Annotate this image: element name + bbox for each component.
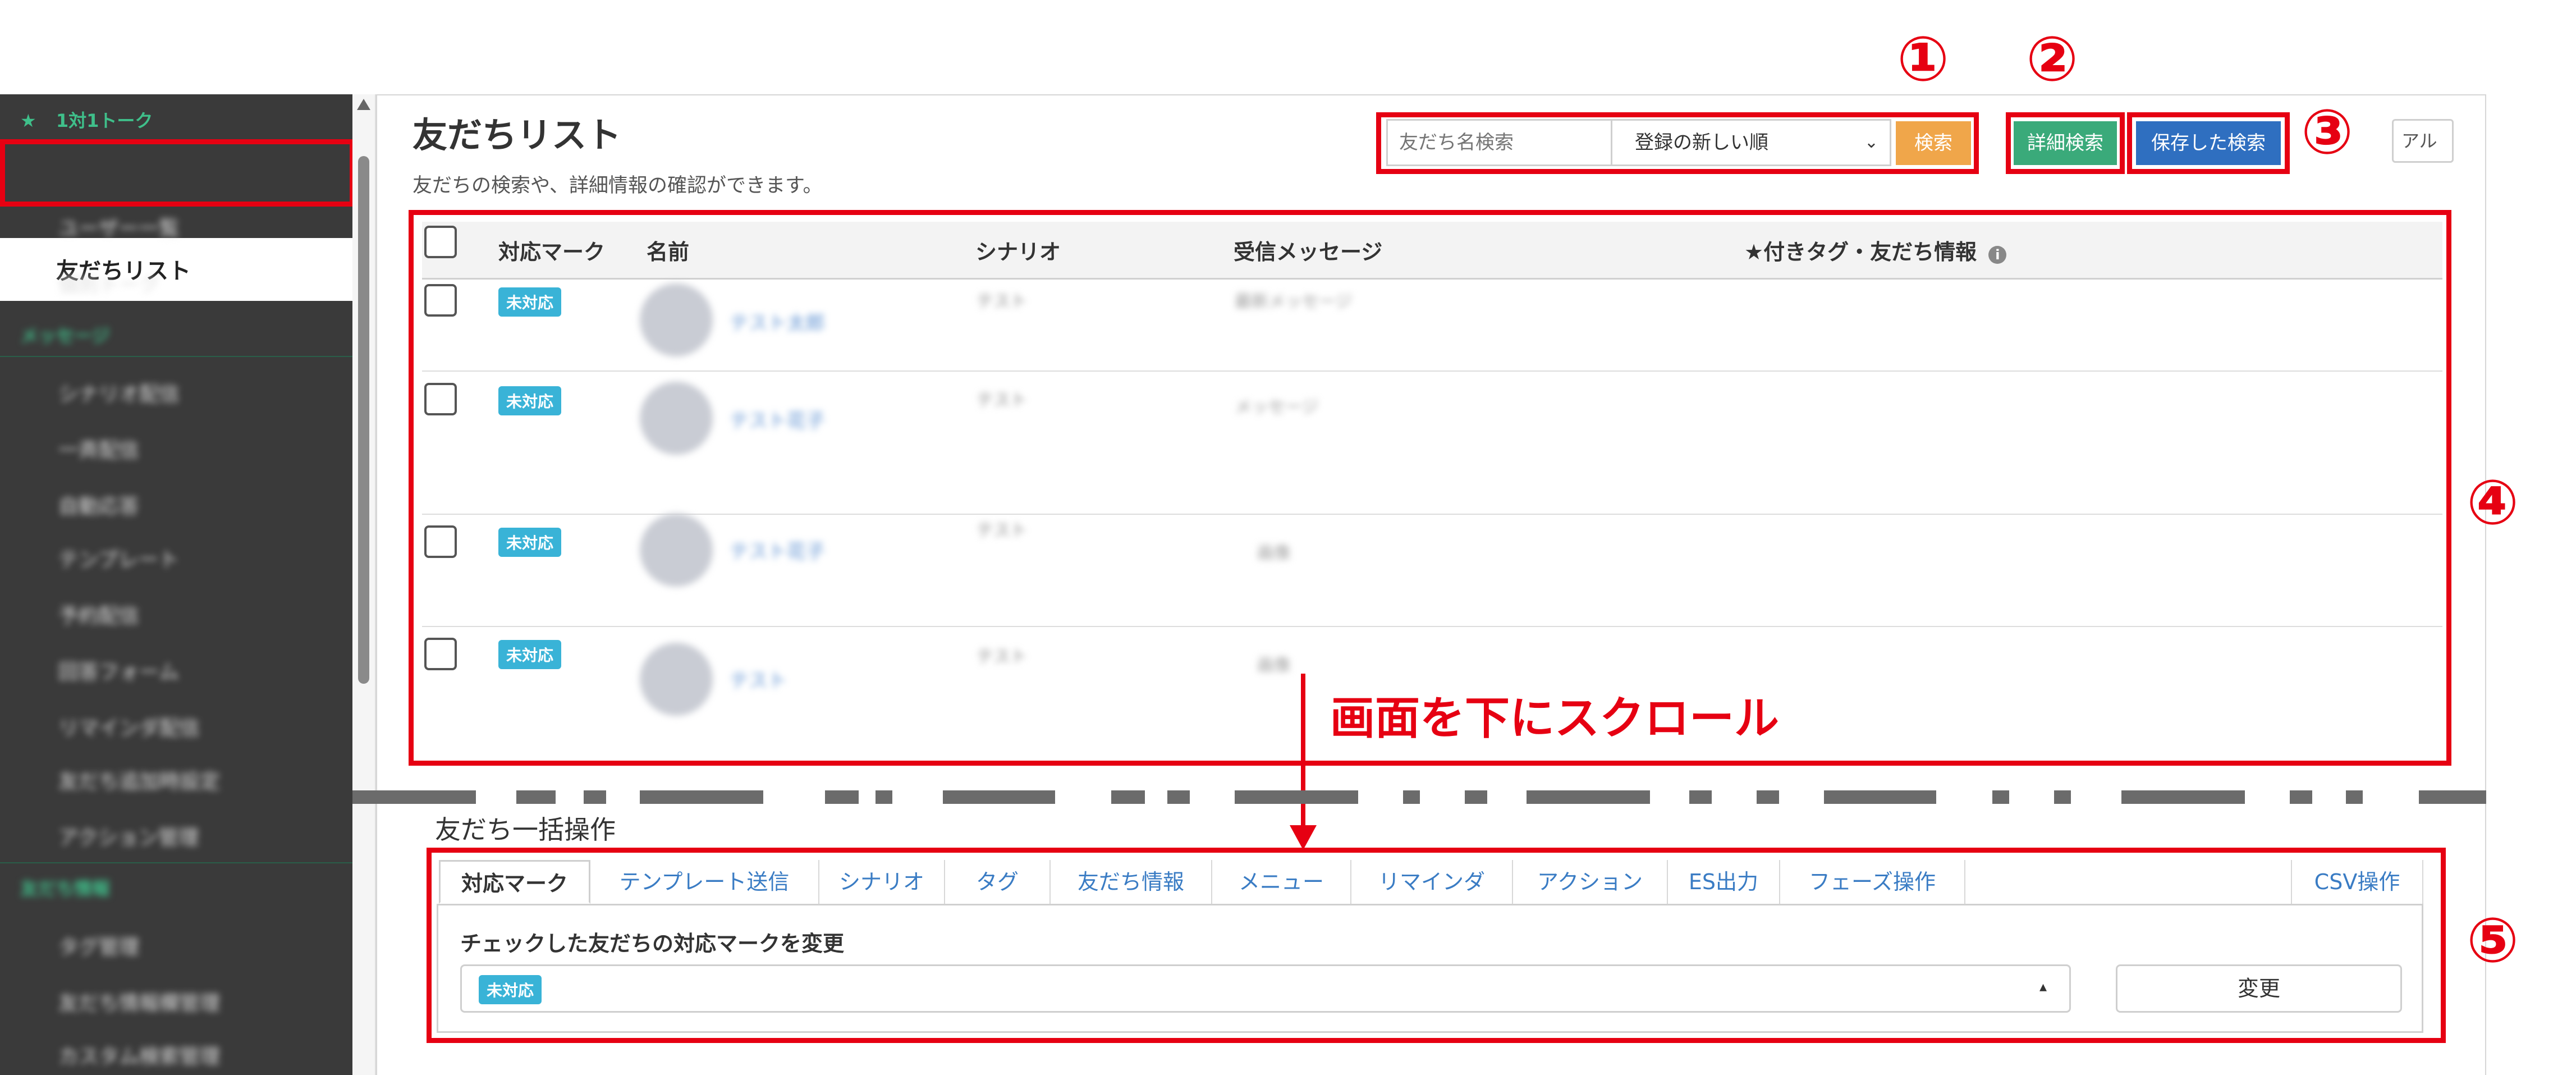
- highlight-sidebar-friend-list: [0, 139, 355, 207]
- sidebar-item[interactable]: ユーザー一覧: [58, 212, 179, 241]
- bulk-operations-title: 友だち一括操作: [435, 815, 616, 845]
- annotation-1: ①: [1897, 23, 1950, 95]
- sidebar-divider: [0, 862, 352, 863]
- page-title: 友だちリスト: [412, 115, 622, 155]
- sidebar-item[interactable]: 友だち情報欄管理: [58, 987, 220, 1016]
- highlight-search-group: [1376, 112, 1979, 174]
- sidebar-item[interactable]: 個別トーク: [58, 268, 159, 298]
- sidebar-section-message[interactable]: メッセージ: [20, 322, 109, 347]
- scrollbar-thumb[interactable]: [358, 156, 369, 684]
- sidebar-item[interactable]: 友だち追加時設定: [58, 765, 220, 794]
- sidebar-item[interactable]: カスタム検索管理: [58, 1040, 220, 1069]
- sidebar-item[interactable]: リマインダ配信: [58, 712, 200, 741]
- scroll-up-icon[interactable]: [357, 99, 370, 110]
- sidebar-item[interactable]: 回答フォーム: [58, 656, 179, 685]
- sidebar-item[interactable]: テンプレート: [58, 543, 179, 573]
- star-icon: ★: [20, 110, 36, 131]
- sidebar-item[interactable]: シナリオ配信: [58, 378, 180, 407]
- highlight-saved-search: [2127, 112, 2290, 174]
- sidebar-item[interactable]: 自動応答: [58, 490, 139, 519]
- page-subtitle: 友だちの検索や、詳細情報の確認ができます。: [412, 175, 823, 197]
- sidebar-section-chat[interactable]: ★ 1対1トーク: [20, 107, 153, 132]
- manual-button[interactable]: アル: [2392, 119, 2454, 163]
- annotation-5: ⑤: [2467, 904, 2519, 976]
- sidebar-item[interactable]: タグ管理: [58, 931, 139, 960]
- scroll-note: 画面を下にスクロール: [1330, 692, 1779, 744]
- sidebar-item[interactable]: 予約配信: [58, 600, 139, 629]
- sidebar-item[interactable]: 一斉配信: [58, 434, 139, 463]
- highlight-detail-search: [2006, 112, 2125, 174]
- sidebar-divider: [0, 356, 352, 357]
- annotation-2: ②: [2026, 23, 2079, 95]
- annotation-3: ③: [2301, 96, 2354, 168]
- sidebar-section-friend-info[interactable]: 友だち情報: [20, 875, 110, 900]
- annotation-4: ④: [2467, 466, 2519, 538]
- highlight-bulk-operations: [427, 848, 2446, 1043]
- sidebar: ★ 1対1トーク 友だちリスト ユーザー一覧 個別トーク メッセージ シナリオ配…: [0, 94, 352, 1075]
- sidebar-item-friend-list[interactable]: 友だちリスト: [0, 238, 352, 301]
- arrow-down-icon: [1290, 825, 1317, 850]
- sidebar-section-label: 1対1トーク: [56, 110, 153, 131]
- sidebar-item[interactable]: アクション管理: [58, 821, 199, 850]
- scroll-arrow: [1301, 674, 1305, 831]
- vertical-scrollbar[interactable]: [352, 94, 376, 1075]
